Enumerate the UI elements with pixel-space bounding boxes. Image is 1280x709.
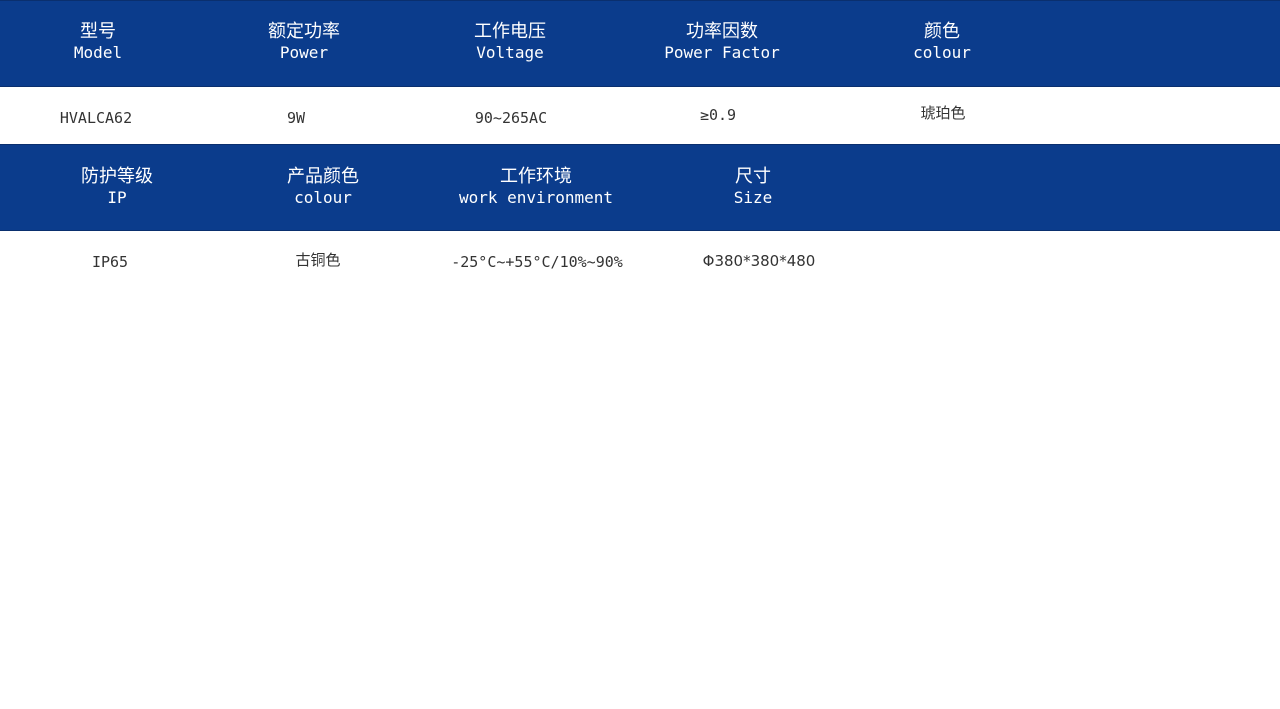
header-power-en: Power xyxy=(279,43,329,62)
header-colour-en: colour xyxy=(913,43,971,62)
header-product-colour-zh: 产品颜色 xyxy=(287,166,359,187)
value-colour: 琥珀色 xyxy=(920,104,966,122)
header-voltage: 工作电压 Voltage xyxy=(474,21,546,63)
header-work-environment-zh: 工作环境 xyxy=(500,166,572,187)
header-power: 额定功率 Power xyxy=(268,21,340,63)
header-product-colour-en: colour xyxy=(294,188,352,207)
header-power-factor-zh: 功率因数 xyxy=(686,21,758,42)
header-power-factor-en: Power Factor xyxy=(664,43,780,62)
header-voltage-en: Voltage xyxy=(476,43,544,62)
header-power-factor: 功率因数 Power Factor xyxy=(664,21,780,63)
value-power: 9W xyxy=(286,109,306,127)
header-work-environment: 工作环境 work environment xyxy=(459,166,613,208)
header-product-colour: 产品颜色 colour xyxy=(287,166,359,208)
value-product-colour: 古铜色 xyxy=(295,251,341,269)
header-ip-en: IP xyxy=(107,188,127,207)
value-voltage: 90~265AC xyxy=(474,109,548,127)
header-size-en: Size xyxy=(733,188,773,207)
header-colour-zh: 颜色 xyxy=(923,21,960,42)
value-size: Φ380*380*480 xyxy=(702,252,816,270)
header-size-zh: 尺寸 xyxy=(735,166,771,187)
header-power-zh: 额定功率 xyxy=(268,21,340,42)
header-model: 型号 Model xyxy=(74,21,122,63)
header-band-2 xyxy=(0,144,1280,231)
header-size: 尺寸 Size xyxy=(734,166,773,208)
value-ip: IP65 xyxy=(91,253,129,271)
header-voltage-zh: 工作电压 xyxy=(474,21,546,42)
header-model-zh: 型号 xyxy=(79,21,116,42)
header-ip: 防护等级 IP xyxy=(81,166,153,208)
header-band-1 xyxy=(0,0,1280,87)
header-work-environment-en: work environment xyxy=(458,188,614,207)
value-work-environment: -25°C~+55°C/10%~90% xyxy=(451,253,623,271)
header-colour: 颜色 colour xyxy=(913,21,971,63)
value-model: HVALCA62 xyxy=(59,109,133,127)
header-ip-zh: 防护等级 xyxy=(81,166,153,187)
header-model-en: Model xyxy=(73,43,123,62)
value-power-factor: ≥0.9 xyxy=(699,106,737,124)
